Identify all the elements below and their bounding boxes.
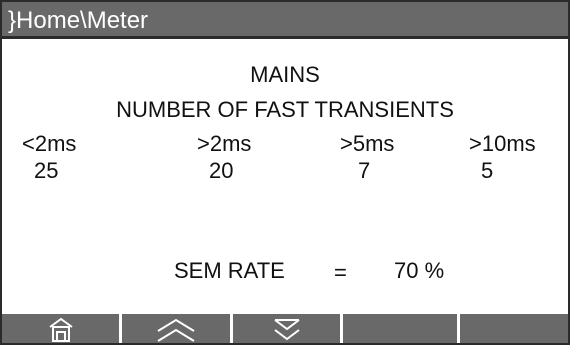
softkey-4[interactable] — [343, 314, 457, 343]
title-bar: }Home\Meter — [2, 2, 568, 39]
column-header-lt-2ms: <2ms — [22, 131, 77, 156]
chevron-up-icon — [157, 318, 195, 342]
column-header-gt-10ms: >10ms — [469, 131, 536, 156]
count-gt-2ms: 20 — [209, 158, 234, 183]
count-gt-5ms: 7 — [358, 158, 371, 183]
sem-rate-equals: = — [334, 260, 347, 285]
softkey-bar — [2, 314, 568, 343]
softkey-home[interactable] — [2, 314, 119, 343]
home-icon — [48, 317, 73, 342]
softkey-up[interactable] — [122, 314, 230, 343]
meter-screen: }Home\Meter MAINS NUMBER OF FAST TRANSIE… — [0, 0, 570, 345]
section-subtitle: NUMBER OF FAST TRANSIENTS — [116, 97, 454, 122]
softkey-down[interactable] — [233, 314, 340, 343]
softkey-5[interactable] — [460, 314, 568, 343]
count-gt-10ms: 5 — [481, 158, 494, 183]
sem-rate-value: 70 % — [394, 258, 445, 283]
page-title: MAINS — [250, 62, 320, 87]
column-header-gt-2ms: >2ms — [197, 131, 252, 156]
chevron-down-icon — [273, 319, 300, 341]
count-lt-2ms: 25 — [34, 158, 59, 183]
column-header-gt-5ms: >5ms — [340, 131, 395, 156]
sem-rate-label: SEM RATE — [174, 258, 285, 283]
